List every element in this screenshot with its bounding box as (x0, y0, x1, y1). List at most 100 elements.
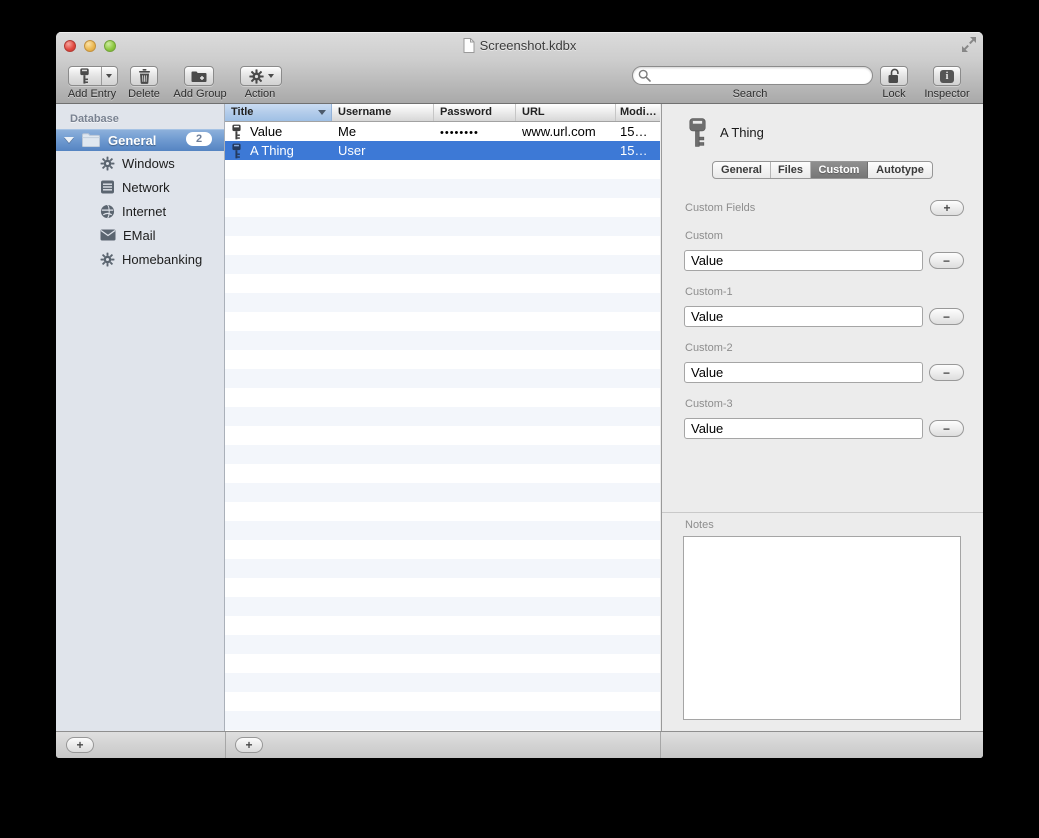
remove-field-button[interactable]: − (929, 420, 964, 437)
cell-title: Value (250, 124, 282, 139)
envelope-icon (100, 229, 116, 241)
tab-general[interactable]: General (713, 162, 771, 178)
delete-button[interactable] (130, 66, 158, 86)
key-icon (232, 143, 241, 159)
folder-plus-icon (191, 70, 207, 83)
add-group-button-bottom[interactable]: + (66, 737, 94, 753)
cell-url (516, 141, 616, 160)
field-label: Custom (685, 230, 723, 242)
titlebar[interactable]: Screenshot.kdbx (56, 32, 983, 58)
cell-password: •••••••• (434, 122, 516, 141)
gear-icon (249, 69, 264, 84)
search-field-wrap (632, 66, 873, 85)
inspector-tabs: General Files Custom Autotype (712, 161, 933, 179)
column-header-password[interactable]: Password (434, 104, 516, 121)
sidebar-group-general[interactable]: General 2 (56, 129, 224, 151)
desktop-background: Screenshot.kdbx Add Entry (0, 0, 1039, 838)
column-header-url[interactable]: URL (516, 104, 616, 121)
window-title: Screenshot.kdbx (480, 38, 577, 53)
sidebar-item-label: EMail (123, 228, 156, 243)
add-field-button[interactable]: + (930, 200, 964, 216)
key-icon (689, 116, 706, 149)
search-icon (638, 69, 651, 82)
add-group-button[interactable] (184, 66, 214, 86)
column-header-modified[interactable]: Modi… (616, 104, 660, 121)
inspector-button[interactable]: i (933, 66, 961, 86)
window-chrome: Screenshot.kdbx Add Entry (56, 32, 983, 104)
custom-field-input[interactable] (684, 362, 923, 383)
sidebar-item-label: Windows (122, 156, 175, 171)
bottom-bar: + + (56, 731, 983, 758)
custom-field-input[interactable] (684, 418, 923, 439)
app-window: Screenshot.kdbx Add Entry (56, 32, 983, 758)
column-header-title[interactable]: Title (225, 104, 332, 121)
sidebar-item-internet[interactable]: Internet (56, 199, 224, 223)
cell-title: A Thing (250, 143, 294, 158)
lock-button[interactable] (880, 66, 908, 86)
tab-files[interactable]: Files (771, 162, 811, 178)
add-entry-label: Add Entry (68, 88, 116, 100)
inspector-label: Inspector (924, 88, 969, 100)
globe-icon (100, 204, 115, 219)
lock-open-icon (887, 68, 902, 84)
table-row-selected[interactable]: A Thing User 15… (225, 141, 660, 160)
lock-label: Lock (882, 88, 905, 100)
search-input[interactable] (632, 66, 873, 85)
group-count-badge: 2 (186, 132, 212, 146)
sidebar-group-label: General (108, 133, 156, 148)
sidebar-item-label: Network (122, 180, 170, 195)
search-label: Search (733, 88, 768, 100)
custom-field-input[interactable] (684, 250, 923, 271)
notes-label: Notes (685, 519, 714, 531)
notes-textarea[interactable] (683, 536, 961, 720)
folder-icon (82, 133, 100, 147)
sidebar-header: Database (56, 104, 224, 129)
add-entry-button-bottom[interactable]: + (235, 737, 263, 753)
window-title-group: Screenshot.kdbx (56, 32, 983, 58)
cell-modified: 15… (616, 122, 660, 141)
sidebar-item-label: Homebanking (122, 252, 202, 267)
sidebar-item-email[interactable]: EMail (56, 223, 224, 247)
table-empty-rows[interactable] (225, 160, 660, 731)
add-entry-button[interactable] (68, 66, 118, 86)
content-area: Database General 2 Windows (56, 104, 983, 731)
custom-fields-label: Custom Fields (685, 202, 755, 214)
sidebar: Database General 2 Windows (56, 104, 225, 731)
sort-descending-icon (318, 110, 326, 115)
key-icon[interactable] (69, 67, 101, 85)
field-label: Custom-1 (685, 286, 733, 298)
add-entry-dropdown[interactable] (101, 67, 117, 85)
pane-divider (660, 732, 661, 758)
delete-label: Delete (128, 88, 160, 100)
entry-title: A Thing (720, 125, 764, 140)
remove-field-button[interactable]: − (929, 364, 964, 381)
inspector-panel: A Thing General Files Custom Autotype Cu… (661, 104, 983, 731)
cell-url: www.url.com (516, 122, 616, 141)
field-label: Custom-3 (685, 398, 733, 410)
chevron-down-icon (106, 74, 112, 78)
key-icon (232, 124, 241, 140)
field-label: Custom-2 (685, 342, 733, 354)
chevron-down-icon (268, 74, 274, 78)
cell-modified: 15… (616, 141, 660, 160)
sidebar-item-label: Internet (122, 204, 166, 219)
sidebar-item-network[interactable]: Network (56, 175, 224, 199)
toolbar: Add Entry Delete Add Group (56, 58, 983, 104)
info-icon: i (940, 70, 954, 83)
inspector-header: A Thing (689, 116, 764, 149)
sidebar-item-windows[interactable]: Windows (56, 151, 224, 175)
tab-autotype[interactable]: Autotype (868, 162, 932, 178)
action-button[interactable] (240, 66, 282, 86)
fullscreen-icon[interactable] (961, 37, 977, 52)
tab-custom[interactable]: Custom (811, 162, 868, 178)
table-row[interactable]: Value Me •••••••• www.url.com 15… (225, 122, 660, 141)
remove-field-button[interactable]: − (929, 252, 964, 269)
remove-field-button[interactable]: − (929, 308, 964, 325)
column-header-username[interactable]: Username (332, 104, 434, 121)
cell-username: Me (332, 122, 434, 141)
sidebar-item-homebanking[interactable]: Homebanking (56, 247, 224, 271)
cell-username: User (332, 141, 434, 160)
disclosure-triangle-icon[interactable] (64, 137, 74, 143)
custom-field-input[interactable] (684, 306, 923, 327)
trash-icon (138, 69, 151, 84)
